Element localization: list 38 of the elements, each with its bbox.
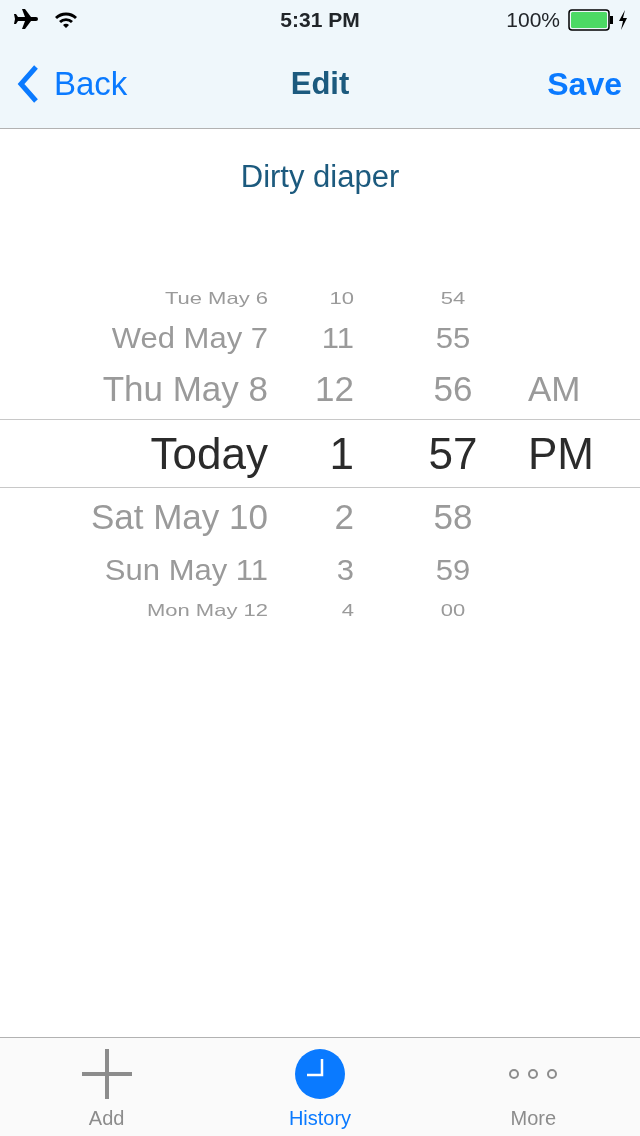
minute-option[interactable]: 54 [400,285,506,311]
back-button[interactable]: Back [16,59,128,109]
date-option[interactable]: Sun May 11 [0,547,268,593]
wifi-icon [54,11,78,29]
date-option[interactable]: Sat May 10 [0,490,268,544]
hour-option[interactable]: 2 [268,490,354,544]
date-option[interactable]: Mon May 12 [0,598,268,623]
more-icon [508,1069,559,1079]
minute-option[interactable]: 55 [400,316,506,361]
date-option[interactable]: Today [0,420,268,487]
battery-percentage: 100% [506,7,560,34]
status-time: 5:31 PM [280,8,360,31]
date-option[interactable]: Wed May 7 [0,316,268,361]
hour-option[interactable]: 1 [268,420,354,487]
clock-icon [295,1049,345,1099]
tab-button[interactable]: More [426,1038,640,1136]
minute-option[interactable]: 00 [400,598,506,623]
event-title: Dirty diaper [240,159,400,194]
minute-option[interactable]: 59 [400,547,506,593]
minute-option[interactable]: 57 [400,420,506,487]
period-option[interactable]: PM [528,420,640,487]
battery-icon [568,9,614,31]
date-option[interactable]: Tue May 6 [0,285,268,311]
tab-button[interactable]: History [213,1038,427,1136]
hour-option[interactable]: 4 [268,598,354,623]
save-button[interactable]: Save [547,60,622,108]
hour-option[interactable]: 12 [268,362,354,416]
hour-option[interactable]: 11 [268,316,354,361]
screen-title: Edit [290,65,350,101]
period-option[interactable]: AM [528,362,640,416]
plus-icon [81,1049,132,1099]
back-chevron-icon [16,64,40,104]
minute-option[interactable]: 58 [400,490,506,544]
date-option[interactable]: Thu May 8 [0,362,268,416]
minute-option[interactable]: 56 [400,362,506,416]
hour-option[interactable]: 10 [268,285,354,311]
hour-option[interactable]: 3 [268,547,354,593]
tab-button[interactable]: Add [0,1038,214,1136]
